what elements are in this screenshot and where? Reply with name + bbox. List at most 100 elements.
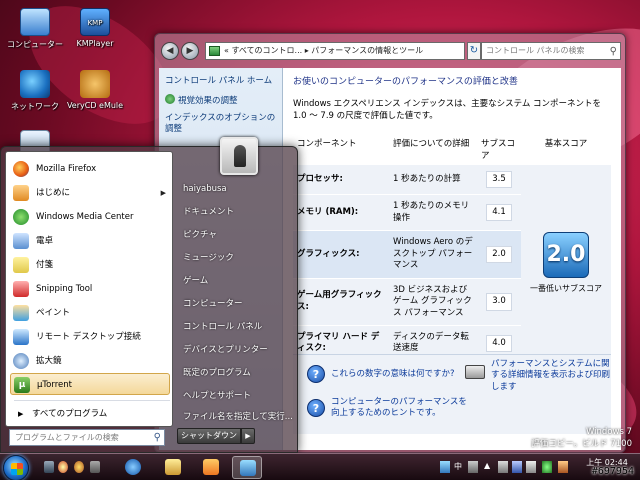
- media-player-icon: [203, 459, 219, 475]
- program-firefox[interactable]: Mozilla Firefox: [10, 158, 170, 180]
- tray-ime-options-icon[interactable]: [468, 461, 478, 473]
- start-button[interactable]: [3, 455, 29, 480]
- desktop-icon-emule[interactable]: VeryCD eMule: [60, 70, 130, 110]
- program-label: 付箋: [36, 260, 54, 270]
- program-sticky-notes[interactable]: 付箋: [10, 254, 170, 276]
- kmplayer-icon: KMP: [80, 8, 110, 36]
- tray-keyboard-icon[interactable]: [440, 461, 450, 473]
- back-button[interactable]: ◀: [161, 42, 179, 60]
- right-item-games[interactable]: ゲーム: [177, 271, 293, 292]
- program-remote-desktop[interactable]: リモート デスクトップ接続: [10, 326, 170, 348]
- taskbar-media-player[interactable]: [196, 456, 226, 479]
- tray-volume-icon[interactable]: [526, 461, 536, 473]
- shutdown-options-button[interactable]: ▶: [241, 428, 255, 444]
- windows-watermark: Windows 7 評価コピー。ビルド 7100: [531, 427, 632, 450]
- right-item-default-programs[interactable]: 既定のプログラム: [177, 363, 293, 384]
- program-label: リモート デスクトップ接続: [36, 332, 141, 342]
- program-media-center[interactable]: Windows Media Center: [10, 206, 170, 228]
- user-picture[interactable]: [220, 137, 258, 175]
- right-item-computer[interactable]: コンピューター: [177, 294, 293, 315]
- sticky-notes-icon: [13, 257, 29, 273]
- component-name: メモリ (RAM):: [293, 194, 389, 232]
- program-snipping-tool[interactable]: Snipping Tool: [10, 278, 170, 300]
- program-magnifier[interactable]: 拡大鏡: [10, 350, 170, 372]
- subscore-value: 4.1: [486, 203, 512, 222]
- subscore-value: 3.0: [486, 293, 512, 311]
- all-programs-button[interactable]: ▶ すべてのプログラム: [10, 404, 170, 424]
- printer-icon: [465, 365, 485, 379]
- shutdown-button[interactable]: シャットダウン: [177, 428, 241, 444]
- link-print-details[interactable]: パフォーマンスとシステムに関する詳細情報を表示および印刷します: [491, 359, 611, 393]
- base-score-cell: 2.0 一番低いサブスコア: [521, 164, 611, 362]
- program-label: Mozilla Firefox: [36, 164, 97, 174]
- windows-logo-icon: [11, 463, 23, 475]
- link-indexing-options[interactable]: インデックスのオプションの調整: [165, 113, 276, 134]
- quicklaunch-firefox-icon[interactable]: [58, 461, 68, 473]
- forward-button[interactable]: ▶: [181, 42, 199, 60]
- calculator-icon: [13, 233, 29, 249]
- search-icon: ⚲: [153, 432, 161, 443]
- program-paint[interactable]: ペイント: [10, 302, 170, 324]
- component-name: プロセッサ:: [293, 164, 389, 196]
- internet-explorer-icon: [125, 459, 141, 475]
- right-item-control-panel[interactable]: コントロール パネル: [177, 317, 293, 338]
- search-placeholder: コントロール パネルの検索: [486, 46, 585, 55]
- subscore-cell: 3.0: [477, 278, 521, 327]
- tray-app-icon[interactable]: [558, 461, 568, 473]
- quicklaunch-app-icon[interactable]: [74, 461, 84, 473]
- subscore-cell: 3.5: [477, 164, 521, 196]
- all-programs-label: すべてのプログラム: [32, 409, 108, 419]
- show-desktop-icon[interactable]: [44, 461, 54, 473]
- folder-icon: [165, 459, 181, 475]
- control-panel-search-input[interactable]: コントロール パネルの検索 ⚲: [481, 42, 621, 60]
- tray-ime[interactable]: 中: [454, 461, 462, 473]
- program-utorrent[interactable]: µ µTorrent: [10, 373, 170, 395]
- start-search-input[interactable]: プログラムとファイルの検索 ⚲: [9, 429, 165, 446]
- intro-text: Windows エクスペリエンス インデックスは、主要なシステム コンポーネント…: [293, 99, 602, 121]
- all-programs-arrow-icon: ▶: [18, 410, 24, 418]
- magnifier-icon: [13, 353, 29, 369]
- right-item-music[interactable]: ミュージック: [177, 248, 293, 269]
- submenu-arrow-icon: ▶: [160, 189, 166, 197]
- program-calculator[interactable]: 電卓: [10, 230, 170, 252]
- program-label: ペイント: [36, 308, 71, 318]
- score-table: コンポーネント 評価についての詳細 サブスコア 基本スコア プロセッサ: 1 秒…: [293, 133, 611, 362]
- right-item-pictures[interactable]: ピクチャ: [177, 225, 293, 246]
- right-item-user[interactable]: haiyabusa: [177, 179, 293, 200]
- start-menu: Mozilla Firefox はじめに ▶ Windows Media Cent…: [0, 137, 298, 453]
- tray-expand-icon[interactable]: ▲: [484, 461, 490, 473]
- taskbar-explorer[interactable]: [158, 456, 188, 479]
- right-item-help-support[interactable]: ヘルプとサポート: [177, 386, 293, 407]
- quicklaunch-more-icon[interactable]: [90, 461, 100, 473]
- refresh-button[interactable]: ↻: [467, 42, 481, 60]
- right-item-devices-printers[interactable]: デバイスとプリンター: [177, 340, 293, 361]
- right-item-run[interactable]: ファイル名を指定して実行...: [177, 407, 293, 428]
- program-getting-started[interactable]: はじめに ▶: [10, 182, 170, 204]
- program-label: µTorrent: [37, 380, 72, 390]
- desktop-icon-label: VeryCD eMule: [66, 101, 124, 110]
- paint-icon: [13, 305, 29, 321]
- remote-desktop-icon: [13, 329, 29, 345]
- subscore-value: 2.0: [486, 245, 512, 264]
- tray-utorrent-icon[interactable]: [542, 461, 552, 473]
- image-watermark: #697954: [591, 466, 634, 477]
- help-question-icon: ?: [307, 399, 325, 417]
- column-header: サブスコア: [481, 138, 516, 161]
- link-visual-effects[interactable]: 視覚効果の調整: [165, 93, 276, 107]
- link-what-numbers-mean[interactable]: これらの数字の意味は何ですか?: [331, 369, 455, 380]
- taskbar-ie[interactable]: [118, 456, 148, 479]
- address-text: « すべてのコントロ... ▸ パフォーマンスの情報とツール: [224, 46, 424, 55]
- component-detail: 1 秒あたりの計算: [389, 164, 477, 196]
- address-bar[interactable]: « すべてのコントロ... ▸ パフォーマンスの情報とツール: [205, 42, 465, 60]
- link-performance-tips[interactable]: コンピューターのパフォーマンスを向上するためのヒントです。: [331, 397, 471, 420]
- tray-action-center-icon[interactable]: [498, 461, 508, 473]
- desktop-icon-kmplayer[interactable]: KMP KMPlayer: [60, 8, 130, 48]
- link-control-panel-home[interactable]: コントロール パネル ホーム: [165, 76, 276, 87]
- column-header: コンポーネント: [297, 138, 357, 149]
- taskbar-control-panel[interactable]: [232, 456, 262, 479]
- tray-network-icon[interactable]: [512, 461, 522, 473]
- page-heading: お使いのコンピューターのパフォーマンスの評価と改善: [293, 77, 518, 87]
- subscore-value: 4.0: [486, 334, 512, 353]
- base-score-caption: 一番低いサブスコア: [530, 283, 602, 293]
- right-item-documents[interactable]: ドキュメント: [177, 202, 293, 223]
